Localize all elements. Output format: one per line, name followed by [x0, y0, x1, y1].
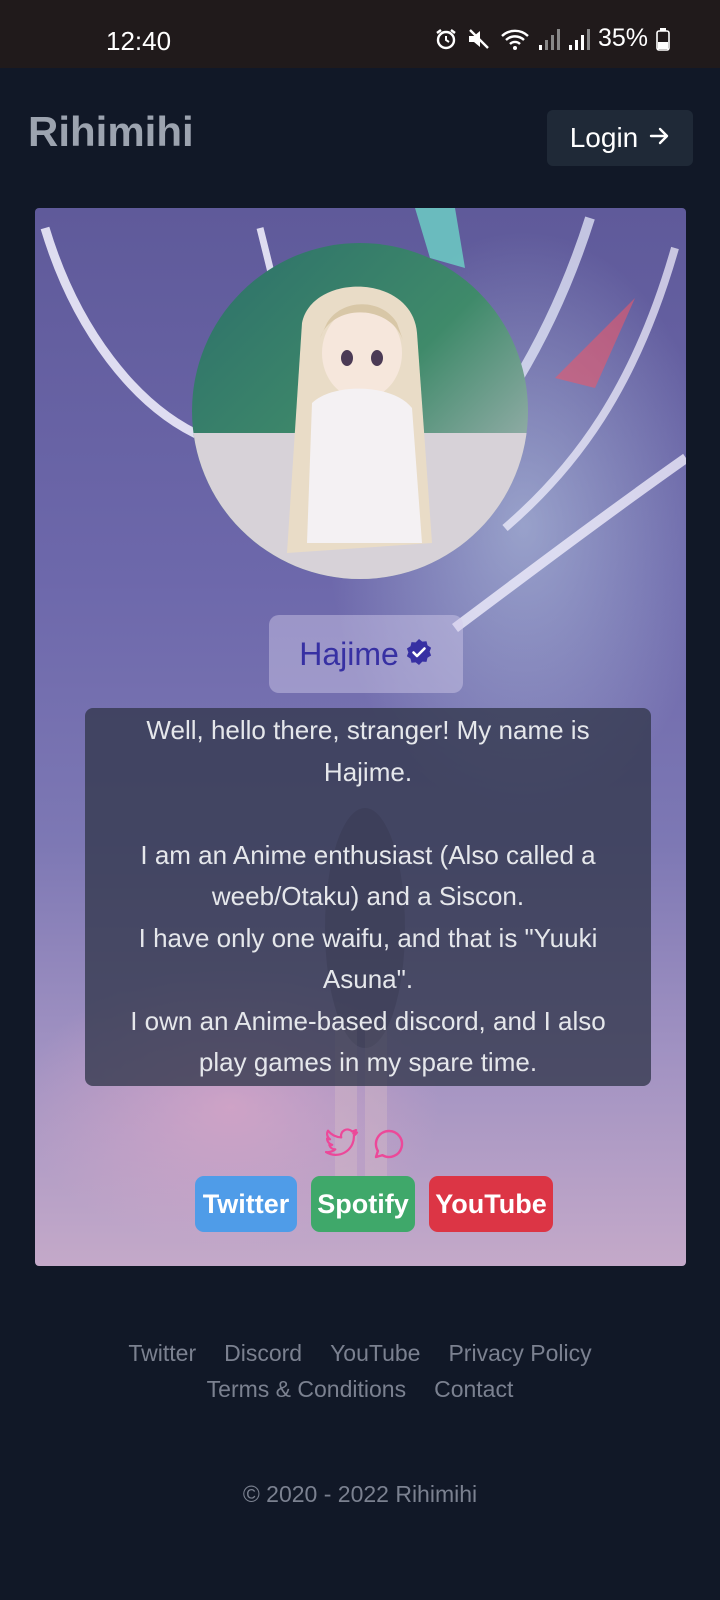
footer-links-secondary: Terms & Conditions Contact [0, 1376, 720, 1403]
mute-icon [466, 27, 492, 51]
footer-links-primary: Twitter Discord YouTube Privacy Policy [0, 1340, 720, 1367]
status-bar: 12:40 35% [0, 0, 720, 68]
footer-link-privacy-policy[interactable]: Privacy Policy [448, 1340, 591, 1367]
footer-link-contact[interactable]: Contact [434, 1376, 513, 1403]
alarm-icon [434, 27, 458, 51]
login-button[interactable]: Login [547, 110, 693, 166]
wifi-icon [500, 27, 530, 51]
status-time: 12:40 [106, 26, 172, 56]
verified-badge-icon [405, 638, 433, 671]
avatar [192, 243, 528, 579]
copyright: © 2020 - 2022 Rihimihi [242, 1481, 478, 1507]
social-icons [324, 1128, 405, 1165]
arrow-right-icon [648, 122, 670, 154]
brand-title[interactable]: Rihimihi [28, 108, 194, 156]
profile-name: Hajime [299, 635, 399, 672]
youtube-button[interactable]: YouTube [429, 1176, 553, 1232]
spotify-button[interactable]: Spotify [311, 1176, 415, 1232]
bio-line: I am an Anime enthusiast (Also called a [140, 839, 596, 870]
profile-name-chip: Hajime [269, 615, 463, 693]
bio-line: play games in my spare time. [198, 1047, 538, 1077]
bio-line [95, 793, 641, 835]
footer-link-youtube[interactable]: YouTube [330, 1340, 420, 1367]
bio-line: Well, hello there, stranger! My name is [146, 715, 590, 745]
footer-link-discord[interactable]: Discord [224, 1340, 302, 1367]
footer-link-twitter[interactable]: Twitter [128, 1340, 196, 1367]
bio-line: weeb/Otaku) and a Siscon. [211, 881, 525, 911]
profile-card: Hajime Well, hello there, stranger! My n… [35, 208, 686, 1266]
twitter-button[interactable]: Twitter [195, 1176, 297, 1232]
profile-bio: Well, hello there, stranger! My name is … [85, 708, 651, 1086]
twitter-icon[interactable] [324, 1128, 359, 1165]
bio-line: Hajime. [323, 756, 413, 787]
footer-link-terms[interactable]: Terms & Conditions [207, 1376, 406, 1403]
bio-line: I have only one waifu, and that is "Yuuk… [138, 922, 598, 953]
login-label: Login [569, 122, 639, 153]
signal-icon [538, 27, 560, 51]
status-icons: 35% [434, 24, 670, 53]
battery-icon [656, 27, 670, 51]
bio-line: Asuna". [322, 964, 414, 994]
link-buttons: Twitter Spotify YouTube [195, 1176, 553, 1232]
bio-line: I own an Anime-based discord, and I also [130, 1005, 606, 1036]
discord-chat-icon[interactable] [373, 1128, 405, 1165]
signal-icon [568, 27, 590, 51]
battery-percent: 35% [597, 24, 648, 52]
